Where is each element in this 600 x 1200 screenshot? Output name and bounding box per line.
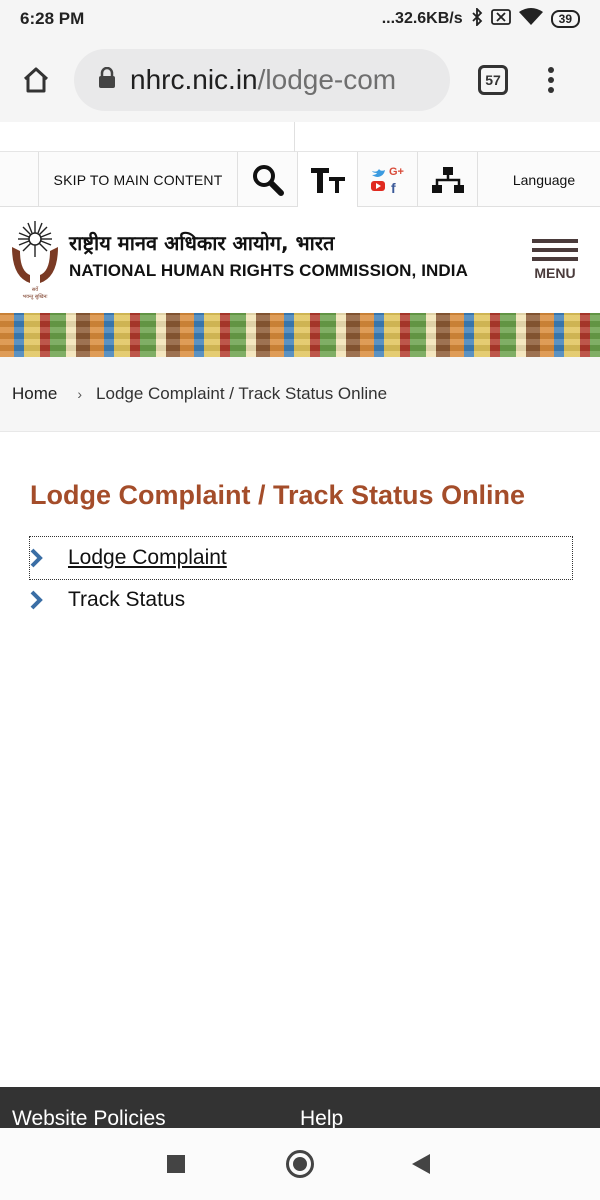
svg-text:f: f [391, 180, 396, 196]
breadcrumb-separator: › [77, 386, 83, 402]
divider [294, 122, 295, 152]
chevron-right-icon [30, 590, 43, 610]
url-host: nhrc.nic.in [130, 64, 258, 95]
system-nav-bar [0, 1128, 600, 1200]
url-bar[interactable]: nhrc.nic.in/lodge-com [74, 49, 450, 111]
no-sim-icon [490, 8, 511, 30]
social-media-icon: G+ f [370, 166, 404, 196]
hamburger-icon [532, 257, 578, 261]
svg-text:G+: G+ [389, 166, 404, 178]
menu-button[interactable]: MENU [532, 239, 578, 287]
site-title-hindi: राष्ट्रीय मानव अधिकार आयोग, भारत [69, 231, 335, 255]
hamburger-icon [532, 248, 578, 252]
menu-label: MENU [534, 265, 576, 281]
text-size-icon [310, 167, 345, 193]
home-button[interactable] [14, 58, 58, 102]
back-button[interactable] [412, 1154, 430, 1174]
kebab-dot [548, 77, 554, 83]
chevron-right-icon [30, 548, 43, 568]
site-footer: Website Policies Help [0, 1087, 600, 1128]
social-media-button[interactable]: G+ f [357, 152, 417, 207]
home-nav-button[interactable] [286, 1150, 314, 1178]
search-button[interactable] [237, 152, 297, 207]
hamburger-icon [532, 239, 578, 243]
accessibility-bar: SKIP TO MAIN CONTENT G+ f Language [0, 152, 600, 207]
tab-switcher-button[interactable]: 57 [478, 65, 508, 95]
breadcrumb: Home › Lodge Complaint / Track Status On… [0, 357, 600, 432]
url-path: /lodge-com [257, 64, 397, 95]
breadcrumb-current: Lodge Complaint / Track Status Online [96, 384, 388, 403]
skip-to-main-content-link[interactable]: SKIP TO MAIN CONTENT [38, 152, 237, 207]
battery-indicator: 39 [550, 10, 580, 28]
svg-text:भवन्तु सुखिनः: भवन्तु सुखिनः [23, 293, 49, 300]
lodge-complaint-label: Lodge Complaint [68, 546, 227, 569]
help-link[interactable]: Help [300, 1107, 343, 1128]
language-selector[interactable]: Language [477, 152, 600, 207]
site-title-english: NATIONAL HUMAN RIGHTS COMMISSION, INDIA [69, 261, 468, 280]
nhrc-logo-icon[interactable]: सर्वे भवन्तु सुखिनः [8, 217, 62, 301]
search-icon [252, 164, 284, 196]
site-header: सर्वे भवन्तु सुखिनः राष्ट्रीय मानव अधिका… [0, 207, 600, 313]
recents-button[interactable] [167, 1155, 185, 1173]
kebab-dot [548, 87, 554, 93]
sitemap-icon [431, 166, 464, 193]
track-status-link[interactable]: Track Status [30, 579, 572, 621]
breadcrumb-home-link[interactable]: Home [12, 384, 57, 404]
status-bar: 6:28 PM ...32.6KB/s 39 [0, 0, 600, 38]
status-time: 6:28 PM [20, 9, 85, 28]
browser-menu-button[interactable] [548, 67, 554, 93]
page-title: Lodge Complaint / Track Status Online [30, 480, 526, 510]
bluetooth-icon [471, 6, 483, 31]
banner-image [0, 313, 600, 357]
top-strip [0, 122, 600, 152]
track-status-label: Track Status [68, 588, 186, 611]
text-size-button[interactable] [297, 152, 357, 207]
home-icon [23, 67, 49, 93]
status-indicators: ...32.6KB/s 39 [381, 6, 580, 31]
website-policies-link[interactable]: Website Policies [12, 1107, 166, 1128]
sitemap-button[interactable] [417, 152, 477, 207]
kebab-dot [548, 67, 554, 73]
network-speed: ...32.6KB/s [381, 10, 463, 27]
lock-icon [98, 66, 116, 94]
browser-toolbar: nhrc.nic.in/lodge-com 57 [0, 38, 600, 122]
lodge-complaint-link[interactable]: Lodge Complaint [29, 536, 573, 580]
wifi-icon [518, 7, 543, 31]
svg-text:सर्वे: सर्वे [32, 286, 39, 293]
